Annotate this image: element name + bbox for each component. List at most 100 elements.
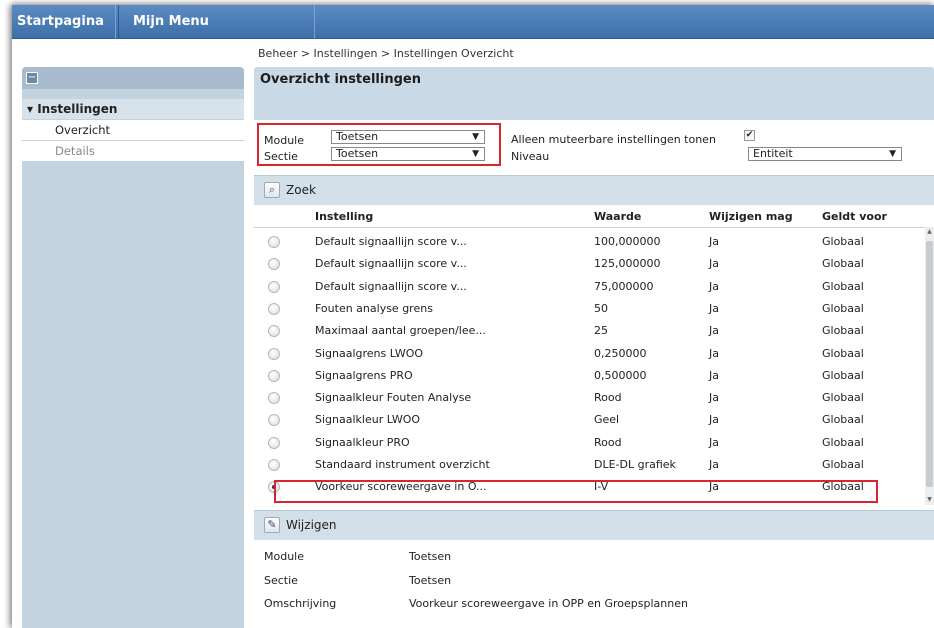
sidebar-item-details[interactable]: Details [22,141,244,161]
cell-instelling: Maximaal aantal groepen/lee... [315,324,486,338]
cell-geldt: Globaal [822,413,864,427]
cell-waarde: Geel [594,413,620,427]
cell-geldt: Globaal [822,324,864,338]
cell-wijzigen: Ja [709,435,719,449]
nav-my-menu-tab[interactable]: Mijn Menu [118,5,315,39]
cell-geldt: Globaal [822,257,864,271]
table-row[interactable]: Signaalkleur PRO Rood Ja Globaal [254,432,926,454]
cell-wijzigen: Ja [709,235,719,248]
nav-home-tab[interactable]: Startpagina [12,5,116,39]
cell-instelling: Default signaallijn score v... [315,235,467,248]
breadcrumb: Beheer > Instellingen > Instellingen Ove… [258,47,514,60]
detail-omschrijving-label: Omschrijving [264,597,337,610]
edit-section-header[interactable]: ✎ Wijzigen [254,510,934,540]
search-section-header[interactable]: ⌕ Zoek [254,175,934,205]
cell-waarde: 25 [594,324,608,338]
col-header-waarde[interactable]: Waarde [594,210,641,223]
sidebar-header [22,67,244,89]
scroll-down-icon[interactable]: ▼ [925,495,934,505]
cell-instelling: Signaalgrens LWOO [315,346,424,360]
app-window: Startpagina Mijn Menu Beheer > Instellin… [12,5,934,628]
page-title: Overzicht instellingen [260,72,421,87]
table-scrollbar[interactable]: ▲ ▼ [925,227,934,505]
cell-wijzigen: Ja [709,324,719,338]
cell-instelling: Signaalkleur PRO [315,435,410,449]
cell-waarde: Rood [594,435,622,449]
table-row[interactable]: Signaalkleur Fouten Analyse Rood Ja Globaal [254,387,926,409]
sectie-select[interactable]: Toetsen ▼ [331,147,485,161]
row-radio[interactable] [268,436,280,449]
main-panel: Overzicht instellingen Module Toetsen ▼ … [254,67,934,628]
detail-sectie-label: Sectie [264,574,298,587]
row-radio[interactable] [268,302,280,315]
cell-waarde: 50 [594,301,608,315]
cell-instelling: Signaalkleur LWOO [315,413,421,427]
table-row[interactable]: Signaalkleur LWOO Geel Ja Globaal [254,409,926,431]
cell-geldt: Globaal [822,235,864,248]
cell-waarde: 0,250000 [594,346,647,360]
table-row[interactable]: Maximaal aantal groepen/lee... 25 Ja Globaa… [254,320,926,342]
cell-waarde: 0,500000 [594,368,647,382]
table-row[interactable]: Default signaallijn score v... 75,000000 J… [254,276,926,298]
cell-wijzigen: Ja [709,391,719,405]
collapse-icon[interactable]: − [26,72,38,84]
row-radio[interactable] [268,236,280,248]
sectie-select-value: Toetsen [336,147,379,160]
cell-instelling: Fouten analyse grens [315,301,433,315]
module-select[interactable]: Toetsen ▼ [331,130,485,144]
table-row[interactable]: Default signaallijn score v... 100,000000… [254,231,926,253]
search-section-label: Zoek [286,183,316,197]
row-radio[interactable] [268,325,280,338]
cell-waarde: Rood [594,391,622,405]
cell-waarde: 75,000000 [594,279,654,293]
detail-sectie-value: Toetsen [409,574,452,587]
cell-wijzigen: Ja [709,413,719,427]
muteerbaar-checkbox[interactable]: ✔ [744,130,755,141]
muteerbaar-label: Alleen muteerbare instellingen tonen [511,133,716,146]
table-row[interactable]: Default signaallijn score v... 125,000000… [254,253,926,275]
cell-geldt: Globaal [822,435,864,449]
top-nav: Startpagina Mijn Menu [12,5,934,39]
sidebar-item-overzicht[interactable]: Overzicht [22,120,244,140]
table-row[interactable]: Standaard instrument overzicht DLE-DL gra… [254,454,926,476]
cell-geldt: Globaal [822,301,864,315]
cell-geldt: Globaal [822,368,864,382]
chevron-down-icon: ▼ [472,149,479,159]
cell-waarde: 100,000000 [594,235,661,248]
detail-module-value: Toetsen [409,550,452,563]
cell-instelling: Default signaallijn score v... [315,279,467,293]
row-radio[interactable] [268,414,280,427]
cell-wijzigen: Ja [709,458,719,471]
table-row[interactable]: Signaalgrens PRO 0,500000 Ja Globaal [254,365,926,387]
table-row[interactable]: Fouten analyse grens 50 Ja Globaal [254,298,926,320]
cell-wijzigen: Ja [709,346,719,360]
module-select-value: Toetsen [336,130,379,143]
niveau-select[interactable]: Entiteit ▼ [748,147,902,161]
edit-section-label: Wijzigen [286,518,337,532]
row-radio[interactable] [268,347,280,360]
cell-instelling: Standaard instrument overzicht [315,458,490,471]
search-icon[interactable]: ⌕ [264,182,280,198]
sectie-label: Sectie [264,150,298,163]
row-radio[interactable] [268,280,280,293]
col-header-instelling[interactable]: Instelling [315,210,373,223]
row-radio[interactable] [268,392,280,405]
chevron-down-icon: ▼ [889,149,896,159]
sidebar-tree-root[interactable]: ▾ Instellingen [22,99,244,119]
detail-omschrijving-value: Voorkeur scoreweergave in OPP en Groepsp… [409,597,688,610]
cell-wijzigen: Ja [709,301,719,315]
table-row[interactable]: Signaalgrens LWOO 0,250000 Ja Globaal [254,343,926,365]
scroll-thumb[interactable] [926,241,933,487]
detail-module-label: Module [264,550,304,563]
niveau-label: Niveau [511,150,550,163]
col-header-wijzigen[interactable]: Wijzigen mag [709,210,793,223]
col-header-geldt[interactable]: Geldt voor [822,210,887,223]
cell-instelling: Default signaallijn score v... [315,257,467,271]
row-radio[interactable] [268,258,280,271]
cell-geldt: Globaal [822,391,864,405]
niveau-select-value: Entiteit [753,147,793,160]
row-radio[interactable] [268,369,280,382]
row-radio[interactable] [268,459,280,471]
pencil-icon[interactable]: ✎ [264,517,280,533]
scroll-up-icon[interactable]: ▲ [925,227,934,237]
